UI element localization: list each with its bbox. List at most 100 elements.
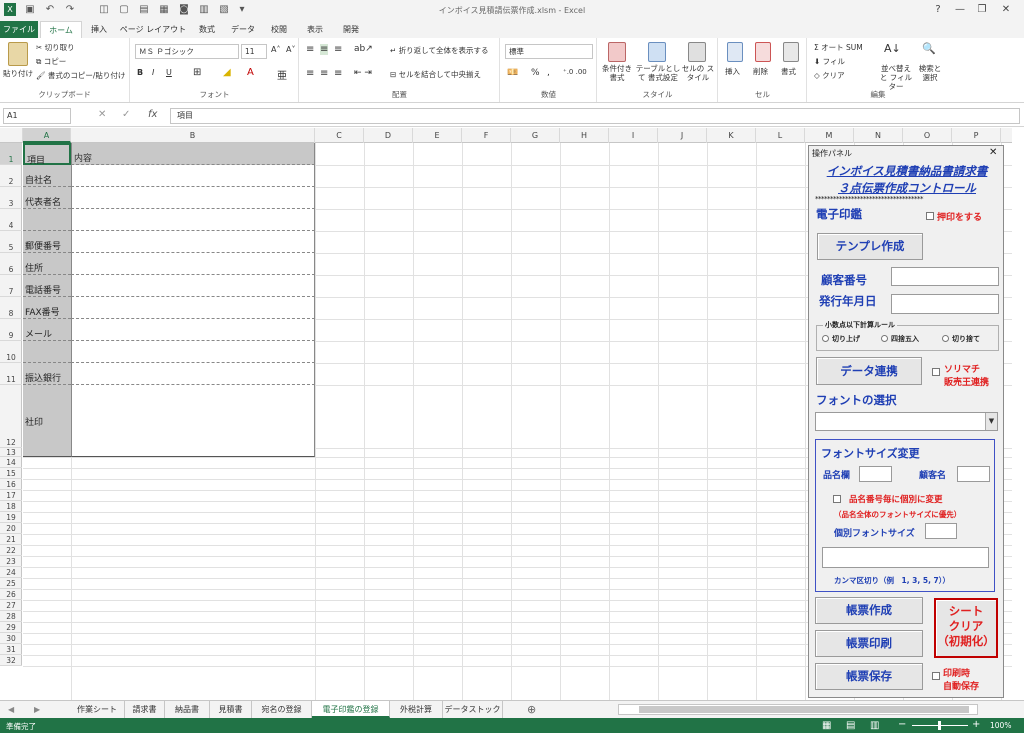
label-cell[interactable]: FAX番号 bbox=[23, 297, 71, 319]
font-name-select[interactable]: ＭＳ Ｐゴシック bbox=[135, 44, 239, 59]
tab-next-icon[interactable]: ▶ bbox=[34, 705, 40, 714]
name-box[interactable]: A1 bbox=[3, 108, 71, 124]
comma-button[interactable]: , bbox=[547, 68, 550, 78]
customer-name-size-input[interactable] bbox=[957, 466, 990, 482]
individual-checkbox[interactable] bbox=[833, 495, 841, 503]
row-header[interactable]: 4 bbox=[0, 209, 22, 231]
tab-data[interactable]: データ bbox=[228, 21, 258, 38]
number-format-select[interactable]: 標準 bbox=[505, 44, 593, 59]
clear-button[interactable]: ◇ クリア bbox=[814, 70, 845, 81]
label-cell[interactable]: 代表者名 bbox=[23, 187, 71, 209]
value-cell[interactable] bbox=[71, 209, 315, 231]
italic-button[interactable]: I bbox=[152, 68, 154, 77]
tab-home[interactable]: ホーム bbox=[40, 21, 82, 38]
row-header[interactable]: 23 bbox=[0, 556, 22, 567]
issue-date-input[interactable] bbox=[891, 294, 999, 314]
close-window-button[interactable]: ✕ bbox=[996, 2, 1016, 18]
row-header[interactable]: 10 bbox=[0, 341, 22, 363]
label-cell[interactable]: 電話番号 bbox=[23, 275, 71, 297]
individual-size-input[interactable] bbox=[925, 523, 957, 539]
row-header[interactable]: 13 bbox=[0, 448, 22, 457]
table-format-button[interactable]: テーブルとして 書式設定 bbox=[634, 64, 682, 82]
sheet-tab[interactable]: データストック bbox=[443, 701, 503, 718]
zoom-in-button[interactable]: + bbox=[972, 719, 980, 730]
horizontal-scrollbar[interactable] bbox=[618, 704, 978, 715]
format-cells-button[interactable]: 書式 bbox=[781, 66, 796, 77]
row-header[interactable]: 30 bbox=[0, 633, 22, 644]
sheet-tab[interactable]: 外税計算 bbox=[390, 701, 443, 718]
row-header[interactable]: 21 bbox=[0, 534, 22, 545]
zoom-slider-thumb[interactable] bbox=[938, 721, 941, 730]
function-button[interactable]: fx bbox=[148, 109, 157, 120]
autosum-button[interactable]: Σ オート SUM bbox=[814, 42, 863, 53]
data-link-button[interactable]: データ連携 bbox=[816, 357, 922, 385]
align-top-icon[interactable]: ≡ bbox=[306, 44, 314, 55]
column-header[interactable]: F bbox=[462, 128, 511, 143]
row-header[interactable]: 11 bbox=[0, 363, 22, 385]
row-header[interactable]: 27 bbox=[0, 600, 22, 611]
row-header[interactable]: 1 bbox=[0, 143, 22, 165]
tab-page-layout[interactable]: ページ レイアウト bbox=[118, 21, 188, 38]
format-painter-button[interactable]: 🖌 書式のコピー/貼り付け bbox=[36, 70, 125, 81]
dropdown-arrow-icon[interactable]: ▼ bbox=[985, 413, 997, 430]
row-header[interactable]: 22 bbox=[0, 545, 22, 556]
label-cell[interactable]: 郵便番号 bbox=[23, 231, 71, 253]
align-middle-icon[interactable]: ≡ bbox=[320, 44, 329, 55]
merge-center-button[interactable]: ⊟ セルを結合して中央揃え bbox=[390, 69, 481, 80]
normal-view-icon[interactable]: ▦ bbox=[822, 720, 831, 731]
row-header[interactable]: 24 bbox=[0, 567, 22, 578]
border-icon[interactable]: ⊞ bbox=[193, 67, 201, 78]
sheet-tab[interactable]: 電子印鑑の登録 bbox=[312, 701, 390, 718]
select-all-corner[interactable] bbox=[0, 128, 23, 143]
sheet-tab[interactable]: 宛名の登録 bbox=[252, 701, 312, 718]
shrink-font-icon[interactable]: A˅ bbox=[286, 45, 295, 54]
value-cell[interactable] bbox=[71, 363, 315, 385]
formula-input[interactable]: 項目 bbox=[170, 108, 1020, 124]
currency-icon[interactable]: 💴 bbox=[507, 68, 518, 78]
label-cell[interactable]: 振込銀行 bbox=[23, 363, 71, 385]
orientation-icon[interactable]: ab↗ bbox=[354, 44, 373, 54]
column-header[interactable]: M bbox=[805, 128, 854, 143]
wrap-text-button[interactable]: ↵ 折り返して全体を表示する bbox=[390, 45, 488, 56]
label-cell[interactable]: 住所 bbox=[23, 253, 71, 275]
page-break-view-icon[interactable]: ▥ bbox=[870, 720, 879, 731]
row-header[interactable]: 16 bbox=[0, 479, 22, 490]
paste-icon[interactable] bbox=[8, 42, 28, 66]
column-header[interactable]: J bbox=[658, 128, 707, 143]
column-header[interactable]: E bbox=[413, 128, 462, 143]
conditional-format-button[interactable]: 条件付き 書式 bbox=[598, 64, 636, 82]
column-header[interactable]: H bbox=[560, 128, 609, 143]
row-header[interactable]: 28 bbox=[0, 611, 22, 622]
indent-icons[interactable]: ⇤ ⇥ bbox=[354, 68, 372, 78]
decimal-icons[interactable]: ⁺.0 .00 bbox=[563, 68, 587, 76]
row-header[interactable]: 2 bbox=[0, 165, 22, 187]
item-numbers-input[interactable] bbox=[822, 547, 989, 568]
sheet-clear-button[interactable]: シート クリア （初期化） bbox=[934, 598, 998, 658]
row-header[interactable]: 25 bbox=[0, 578, 22, 589]
column-header[interactable]: B bbox=[71, 128, 315, 143]
column-header[interactable]: I bbox=[609, 128, 658, 143]
row-header[interactable]: 5 bbox=[0, 231, 22, 253]
insert-cells-button[interactable]: 挿入 bbox=[725, 66, 740, 77]
fill-button[interactable]: ⬇ フィル bbox=[814, 56, 845, 67]
zoom-level[interactable]: 100% bbox=[990, 721, 1011, 730]
underline-button[interactable]: U bbox=[166, 68, 172, 77]
label-cell[interactable]: 自社名 bbox=[23, 165, 71, 187]
column-header[interactable]: L bbox=[756, 128, 805, 143]
sort-filter-button[interactable]: 並べ替えと フィルター bbox=[878, 64, 914, 91]
row-header[interactable]: 6 bbox=[0, 253, 22, 275]
row-header[interactable]: 32 bbox=[0, 655, 22, 666]
cell-b1[interactable]: 内容 bbox=[71, 143, 315, 165]
cut-button[interactable]: ✂ 切り取り bbox=[36, 42, 75, 53]
value-cell[interactable] bbox=[71, 319, 315, 341]
page-layout-view-icon[interactable]: ▤ bbox=[846, 720, 855, 731]
create-form-button[interactable]: 帳票作成 bbox=[815, 597, 923, 624]
panel-close-button[interactable]: ✕ bbox=[989, 147, 997, 158]
column-header[interactable]: A bbox=[23, 128, 71, 143]
align-center-icon[interactable]: ≡ bbox=[320, 68, 328, 79]
align-left-icon[interactable]: ≡ bbox=[306, 68, 314, 79]
tab-insert[interactable]: 挿入 bbox=[84, 21, 114, 38]
row-header[interactable]: 8 bbox=[0, 297, 22, 319]
value-cell[interactable] bbox=[71, 385, 315, 457]
percent-button[interactable]: % bbox=[531, 68, 540, 78]
